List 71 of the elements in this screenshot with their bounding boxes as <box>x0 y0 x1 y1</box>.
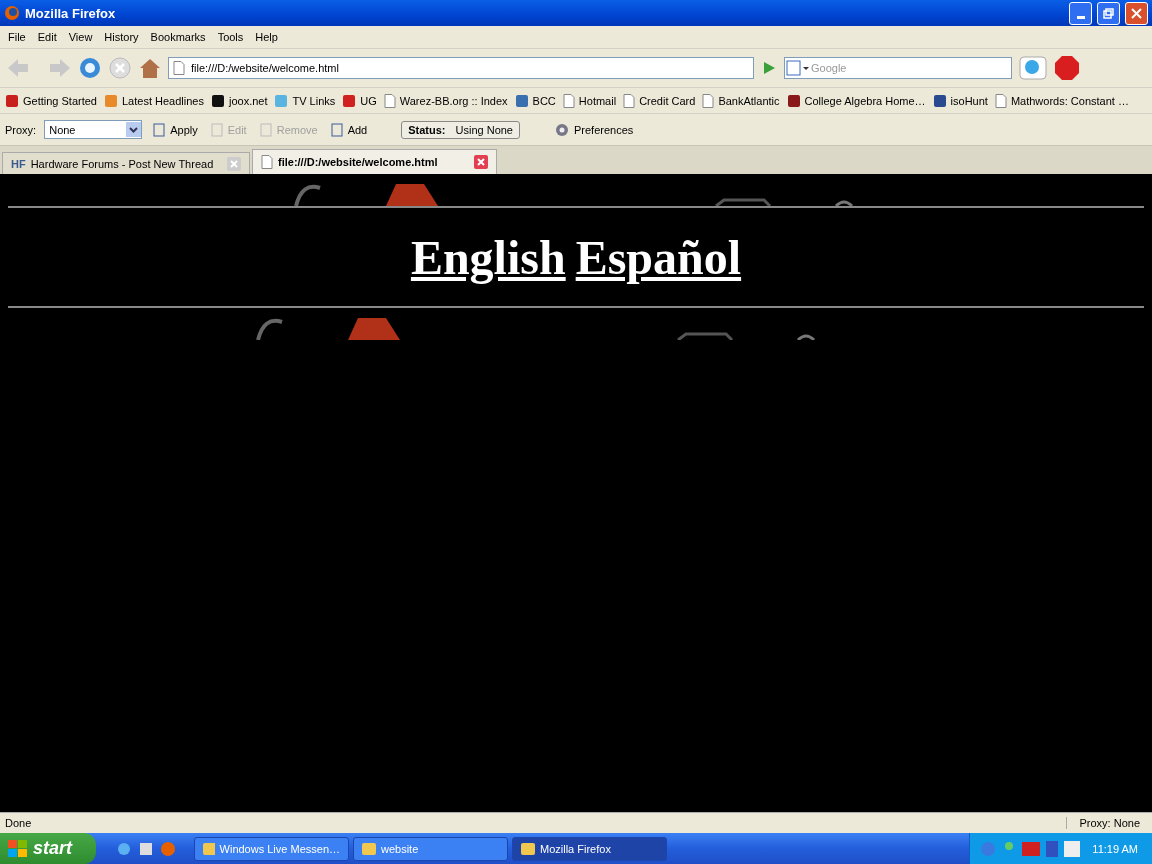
document-icon <box>209 122 224 137</box>
toolbar-button[interactable]: Add <box>327 122 370 137</box>
bookmark-link[interactable]: isoHunt <box>950 94 988 107</box>
bookmark-link[interactable]: College Algebra Home… <box>804 94 926 107</box>
page-icon <box>562 93 575 108</box>
proxy-label: Proxy: <box>5 123 37 136</box>
stop-icon[interactable] <box>108 56 132 80</box>
browser-logo-icon <box>4 5 20 21</box>
tray-icon[interactable] <box>1022 841 1041 856</box>
menu-item[interactable]: Edit <box>31 31 63 43</box>
bookmark-link[interactable]: Hotmail <box>578 94 617 107</box>
page-icon <box>383 93 396 108</box>
browser-tab[interactable]: file:///D:/website/welcome.html <box>252 149 497 174</box>
window-title: Mozilla Firefox <box>25 5 117 21</box>
address-text: file:///D:/website/welcome.html <box>191 62 339 74</box>
restore-icon <box>1103 7 1114 19</box>
minimize-button[interactable] <box>1069 1 1092 25</box>
menu-item[interactable]: Bookmarks <box>144 31 212 43</box>
bookmark-link[interactable]: Getting Started <box>23 94 97 107</box>
clock: 11:19 AM <box>1092 842 1138 855</box>
minimize-icon <box>1076 15 1085 19</box>
app-icon <box>362 841 376 856</box>
status-indicator: Status: Using None <box>401 120 520 139</box>
bookmark-link[interactable]: Credit Card <box>639 94 696 107</box>
close-icon <box>1131 7 1142 19</box>
preferences-button[interactable]: Preferences <box>552 121 636 138</box>
stop-sign-icon[interactable] <box>1054 55 1080 81</box>
toolbar-button[interactable]: Apply <box>150 122 200 137</box>
taskbar-button[interactable]: website <box>353 836 508 861</box>
quick-launch-icon[interactable] <box>116 840 132 857</box>
document-icon <box>329 122 344 137</box>
browser-tab[interactable]: HF Hardware Forums - Post New Thread <box>2 152 250 174</box>
language-link[interactable]: Español <box>575 229 742 285</box>
tray-icon[interactable] <box>1046 840 1059 857</box>
status-text: Done <box>4 817 33 829</box>
tab-close-icon[interactable] <box>474 155 488 169</box>
page-icon <box>994 93 1007 108</box>
page-icon <box>173 61 185 75</box>
proxy-status: Proxy: None <box>1066 817 1152 829</box>
page-icon <box>702 93 715 108</box>
menu-item[interactable]: History <box>98 31 145 43</box>
bookmark-link[interactable]: BankAtlantic <box>718 94 780 107</box>
app-icon <box>203 841 215 856</box>
language-link[interactable]: English <box>410 229 566 285</box>
bookmark-link[interactable]: BCC <box>532 94 556 107</box>
bookmark-link[interactable]: Latest Headlines <box>122 94 204 107</box>
menu-item[interactable]: Help <box>249 31 284 43</box>
document-icon <box>258 122 273 137</box>
home-icon[interactable] <box>138 56 162 80</box>
taskbar-button[interactable]: Mozilla Firefox <box>512 836 667 861</box>
tray-icon[interactable] <box>1064 840 1081 857</box>
taskbar-button[interactable]: Windows Live Messen… <box>194 836 349 861</box>
bookmark-link[interactable]: UG <box>360 94 377 107</box>
maximize-button[interactable] <box>1097 1 1120 25</box>
bookmark-link[interactable]: joox.net <box>228 94 268 107</box>
document-icon <box>152 122 167 137</box>
page-icon <box>623 93 636 108</box>
menu-item[interactable]: File <box>2 31 32 43</box>
close-button[interactable] <box>1125 1 1148 25</box>
quick-launch-icon[interactable] <box>138 840 154 857</box>
address-field[interactable]: file:///D:/website/welcome.html <box>168 57 754 79</box>
bookmark-link[interactable]: Warez-BB.org :: Index <box>399 94 508 107</box>
app-icon <box>521 841 535 856</box>
proxy-select[interactable]: None <box>44 120 143 139</box>
menu-item[interactable]: Tools <box>211 31 250 43</box>
windows-logo-icon <box>8 839 28 858</box>
bookmark-link[interactable]: TV Links <box>292 94 336 107</box>
bookmark-link[interactable]: Mathwords: Constant … <box>1010 94 1129 107</box>
page-icon <box>261 155 273 169</box>
menu-item[interactable]: View <box>62 31 99 43</box>
start-button[interactable]: start <box>0 833 96 864</box>
